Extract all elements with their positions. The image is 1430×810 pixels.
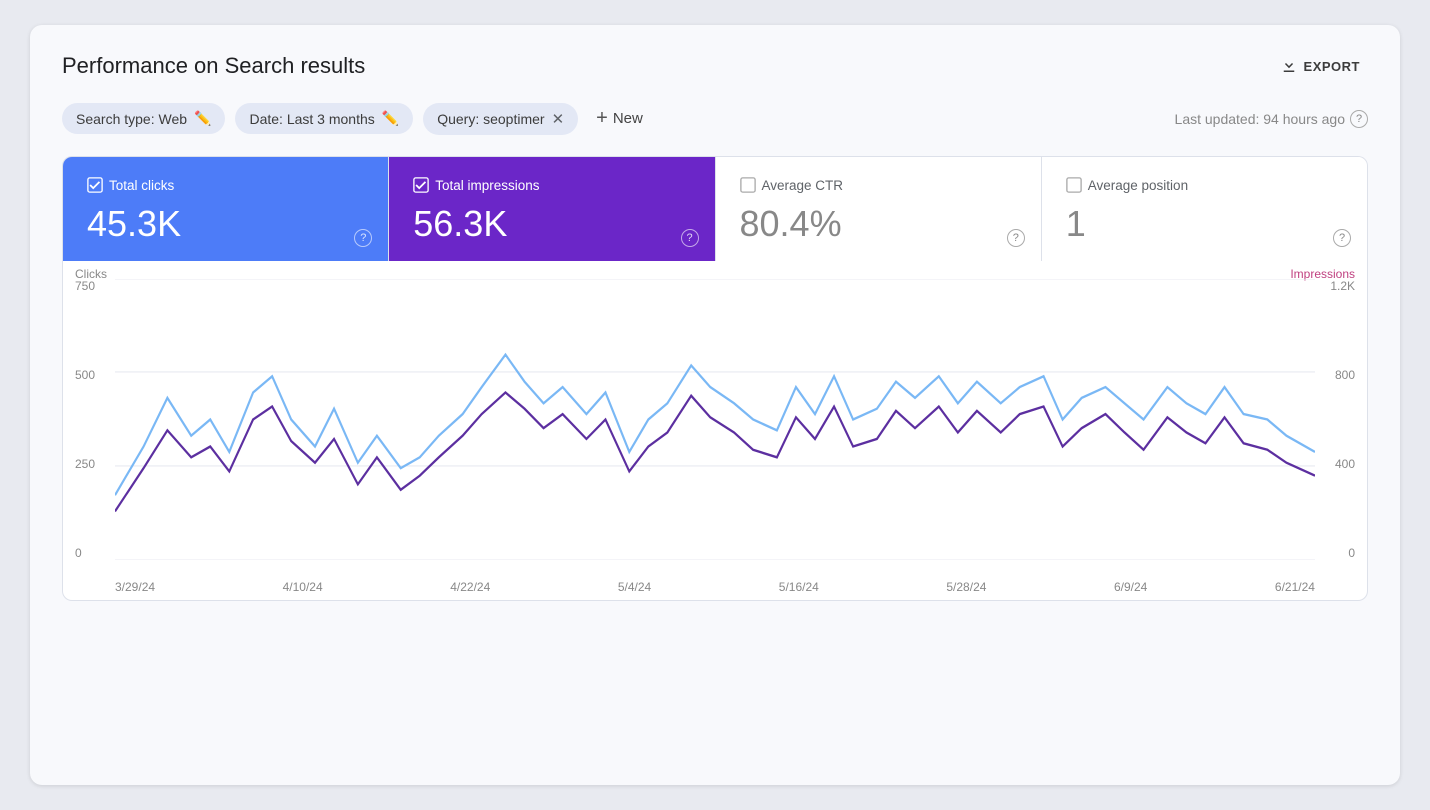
remove-query-icon[interactable]: ✕ <box>552 110 565 128</box>
metric-average-ctr-help: ? <box>1007 228 1025 247</box>
chart-y-labels-right: 1.2K 800 400 0 <box>1330 279 1355 560</box>
x-label-0: 3/29/24 <box>115 580 155 594</box>
checkbox-checked-impressions-icon <box>413 177 429 193</box>
filter-search-type-label: Search type: Web <box>76 111 187 127</box>
checkbox-empty-pos-icon <box>1066 177 1082 193</box>
metrics-row: Total clicks 45.3K ? Total impressions 5… <box>62 156 1368 261</box>
filter-search-type[interactable]: Search type: Web ✏️ <box>62 103 225 134</box>
help-icon-ctr[interactable]: ? <box>1007 229 1025 247</box>
metric-total-clicks-value: 45.3K <box>87 203 364 245</box>
edit-icon: ✏️ <box>194 110 211 127</box>
filter-date[interactable]: Date: Last 3 months ✏️ <box>235 103 413 134</box>
metric-average-ctr-value: 80.4% <box>740 203 1017 245</box>
metric-average-position-label: Average position <box>1066 177 1343 193</box>
header-row: Performance on Search results EXPORT <box>62 53 1368 79</box>
y-label-500: 500 <box>75 368 95 382</box>
y-label-800: 800 <box>1330 368 1355 382</box>
x-label-5: 5/28/24 <box>946 580 986 594</box>
page-title: Performance on Search results <box>62 53 365 79</box>
y-label-0-left: 0 <box>75 546 95 560</box>
y-label-1200: 1.2K <box>1330 279 1355 293</box>
x-label-7: 6/21/24 <box>1275 580 1315 594</box>
edit-icon-date: ✏️ <box>382 110 399 127</box>
y-label-0-right: 0 <box>1330 546 1355 560</box>
plus-icon: + <box>596 107 608 130</box>
chart-x-labels: 3/29/24 4/10/24 4/22/24 5/4/24 5/16/24 5… <box>115 580 1315 594</box>
metric-average-position-value: 1 <box>1066 203 1343 245</box>
help-icon[interactable]: ? <box>354 229 372 247</box>
x-label-1: 4/10/24 <box>283 580 323 594</box>
chart-y-labels-left: 750 500 250 0 <box>75 279 95 560</box>
x-label-3: 5/4/24 <box>618 580 651 594</box>
x-label-6: 6/9/24 <box>1114 580 1147 594</box>
y-label-400: 400 <box>1330 457 1355 471</box>
help-icon-imp[interactable]: ? <box>681 229 699 247</box>
last-updated: Last updated: 94 hours ago ? <box>1175 110 1368 128</box>
x-label-4: 5/16/24 <box>779 580 819 594</box>
metric-total-impressions-value: 56.3K <box>413 203 690 245</box>
metric-total-impressions-label: Total impressions <box>413 177 690 193</box>
checkbox-empty-ctr-icon <box>740 177 756 193</box>
metric-total-clicks-help: ? <box>354 228 372 247</box>
metric-total-impressions-help: ? <box>681 228 699 247</box>
metric-average-ctr-label: Average CTR <box>740 177 1017 193</box>
metric-average-position-help: ? <box>1333 228 1351 247</box>
metric-average-ctr[interactable]: Average CTR 80.4% ? <box>716 157 1042 261</box>
checkbox-checked-icon <box>87 177 103 193</box>
filter-query[interactable]: Query: seoptimer ✕ <box>423 103 578 135</box>
chart-svg-wrapper <box>115 279 1315 560</box>
filter-date-label: Date: Last 3 months <box>249 111 374 127</box>
y-label-750: 750 <box>75 279 95 293</box>
chart-container: Clicks Impressions 750 500 250 0 1.2K 80… <box>62 261 1368 601</box>
main-card: Performance on Search results EXPORT Sea… <box>30 25 1400 785</box>
metric-total-impressions[interactable]: Total impressions 56.3K ? <box>389 157 715 261</box>
y-label-250: 250 <box>75 457 95 471</box>
filters-row: Search type: Web ✏️ Date: Last 3 months … <box>62 101 1368 136</box>
metric-average-position[interactable]: Average position 1 ? <box>1042 157 1367 261</box>
export-button[interactable]: EXPORT <box>1272 53 1368 79</box>
metric-total-clicks[interactable]: Total clicks 45.3K ? <box>63 157 389 261</box>
new-filter-button[interactable]: + New <box>588 101 651 136</box>
export-icon <box>1280 57 1298 75</box>
x-label-2: 4/22/24 <box>450 580 490 594</box>
new-filter-label: New <box>613 110 643 127</box>
last-updated-help-icon[interactable]: ? <box>1350 110 1368 128</box>
filter-query-label: Query: seoptimer <box>437 111 544 127</box>
help-icon-pos[interactable]: ? <box>1333 229 1351 247</box>
chart-svg <box>115 279 1315 560</box>
metric-total-clicks-label: Total clicks <box>87 177 364 193</box>
